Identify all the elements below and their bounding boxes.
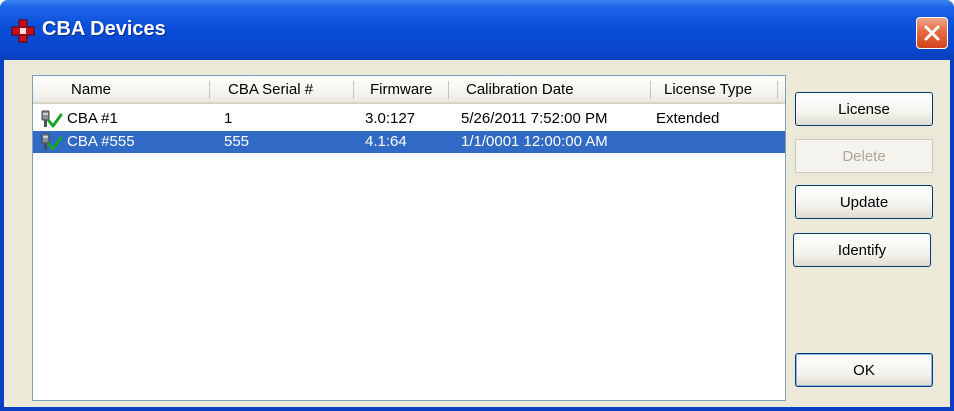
device-calibration-date: 1/1/0001 12:00:00 AM bbox=[461, 133, 608, 150]
license-button[interactable]: License bbox=[795, 92, 933, 126]
delete-button[interactable]: Delete bbox=[795, 139, 933, 173]
title-bar[interactable]: CBA Devices bbox=[0, 0, 954, 60]
column-divider[interactable] bbox=[448, 81, 449, 99]
device-name: CBA #1 bbox=[67, 110, 118, 127]
device-license-type: Extended bbox=[656, 110, 720, 127]
window-title: CBA Devices bbox=[42, 18, 166, 40]
device-serial: 555 bbox=[224, 133, 250, 150]
device-name: CBA #555 bbox=[67, 133, 135, 150]
update-button[interactable]: Update bbox=[795, 185, 933, 219]
column-header-serial[interactable]: CBA Serial # bbox=[228, 76, 313, 103]
dialog-body: Name CBA Serial # Firmware Calibration D… bbox=[4, 60, 950, 407]
close-x-icon bbox=[924, 25, 940, 41]
red-cross-app-icon bbox=[11, 19, 35, 43]
column-divider[interactable] bbox=[353, 81, 354, 99]
column-divider[interactable] bbox=[209, 81, 210, 99]
list-header: Name CBA Serial # Firmware Calibration D… bbox=[33, 76, 785, 104]
table-row[interactable]: CBA #1 1 3.0:127 5/26/2011 7:52:00 PM Ex… bbox=[33, 108, 785, 130]
device-calibration-date: 5/26/2011 7:52:00 PM bbox=[461, 110, 608, 127]
close-button[interactable] bbox=[916, 17, 948, 49]
column-header-calibration-date[interactable]: Calibration Date bbox=[466, 76, 574, 103]
ok-button[interactable]: OK bbox=[795, 353, 933, 387]
devices-list[interactable]: Name CBA Serial # Firmware Calibration D… bbox=[32, 75, 786, 401]
connected-device-check-icon bbox=[41, 110, 63, 128]
identify-button[interactable]: Identify bbox=[793, 233, 931, 267]
column-divider[interactable] bbox=[777, 81, 778, 99]
connected-device-check-icon bbox=[41, 133, 63, 151]
table-row-selected[interactable]: CBA #555 555 4.1:64 1/1/0001 12:00:00 AM bbox=[33, 131, 785, 153]
dialog-window: CBA Devices Name CBA Serial # Firmware C… bbox=[0, 0, 954, 411]
device-serial: 1 bbox=[224, 110, 233, 127]
column-header-name[interactable]: Name bbox=[71, 76, 111, 103]
column-header-firmware[interactable]: Firmware bbox=[370, 76, 433, 103]
column-header-license-type[interactable]: License Type bbox=[664, 76, 752, 103]
column-divider[interactable] bbox=[650, 81, 651, 99]
device-firmware: 4.1:64 bbox=[365, 133, 407, 150]
device-firmware: 3.0:127 bbox=[365, 110, 416, 127]
